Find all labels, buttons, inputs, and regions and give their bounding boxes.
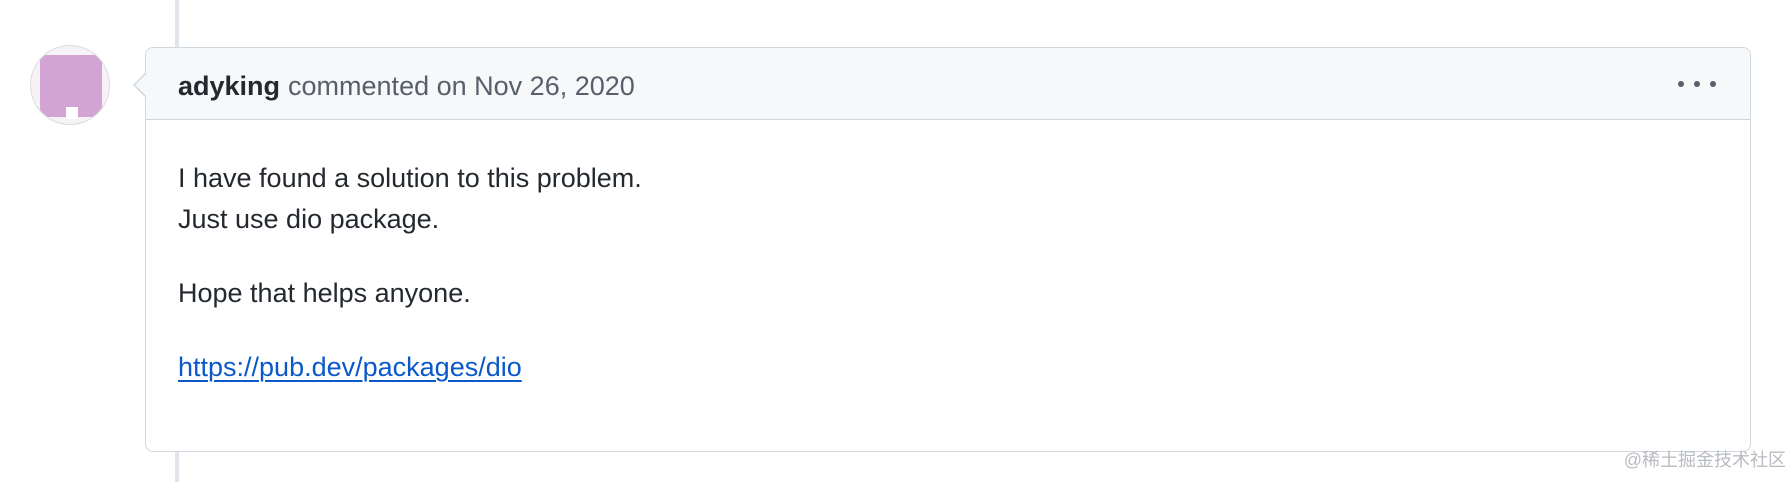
- comment-paragraph: https://pub.dev/packages/dio: [178, 347, 1718, 388]
- kebab-dot: [1678, 81, 1684, 87]
- package-link[interactable]: https://pub.dev/packages/dio: [178, 352, 522, 382]
- comment-header-text: adyking commented on Nov 26, 2020: [178, 70, 635, 102]
- comment-line: Just use dio package.: [178, 204, 440, 234]
- comment-line: Hope that helps anyone.: [178, 278, 471, 308]
- comment-header: adyking commented on Nov 26, 2020: [146, 48, 1750, 120]
- comment-card: adyking commented on Nov 26, 2020 I have …: [133, 47, 1751, 452]
- avatar[interactable]: [30, 45, 110, 125]
- kebab-dot: [1694, 81, 1700, 87]
- kebab-dot: [1710, 81, 1716, 87]
- comment-paragraph: I have found a solution to this problem.…: [178, 158, 1718, 240]
- watermark: @稀土掘金技术社区: [1623, 450, 1786, 470]
- comment-date[interactable]: Nov 26, 2020: [474, 71, 635, 101]
- avatar-identicon-notch: [66, 107, 78, 119]
- author-link[interactable]: adyking: [178, 71, 280, 101]
- comment-body: I have found a solution to this problem.…: [178, 158, 1718, 388]
- kebab-horizontal-icon[interactable]: [1678, 72, 1716, 96]
- comment-paragraph: Hope that helps anyone.: [178, 273, 1718, 314]
- comment-action: commented on: [288, 71, 467, 101]
- comment-line: I have found a solution to this problem.: [178, 163, 642, 193]
